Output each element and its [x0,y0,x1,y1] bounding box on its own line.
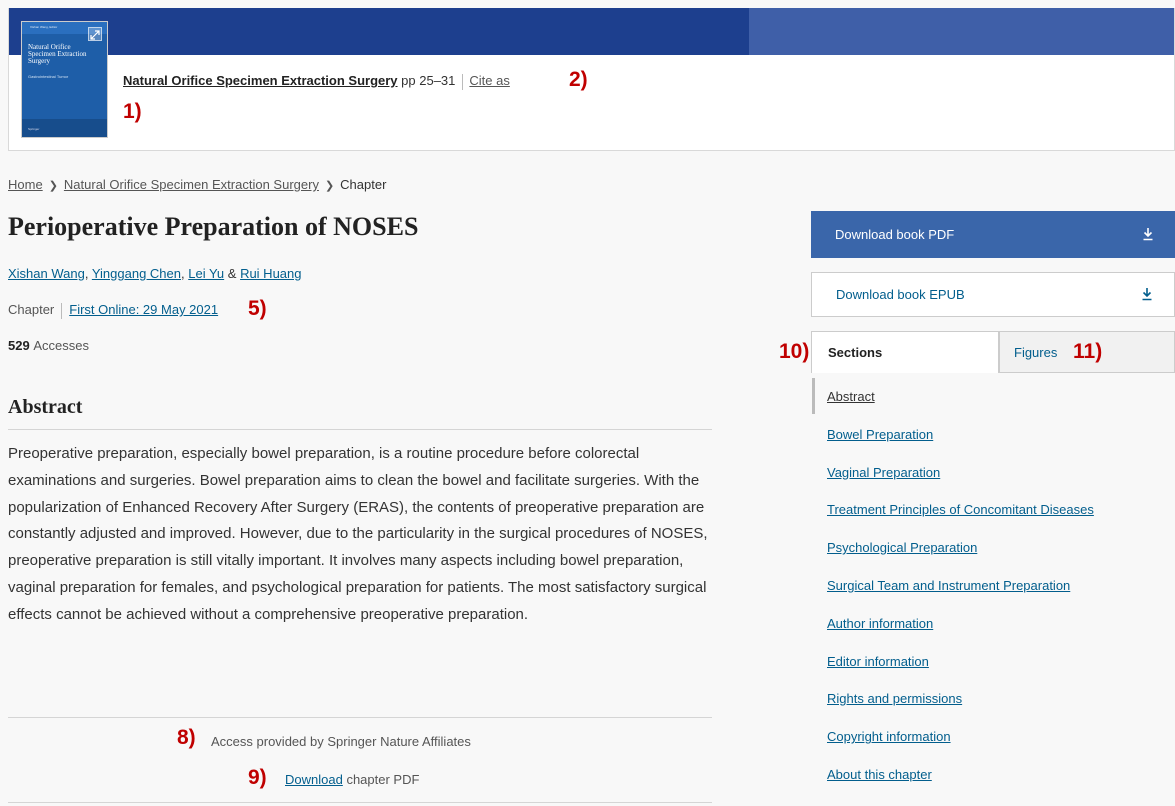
download-book-pdf-button[interactable]: Download book PDF [811,211,1175,258]
cover-subtitle: Gastrointestinal Tumor [28,74,69,79]
breadcrumb-book[interactable]: Natural Orifice Specimen Extraction Surg… [64,177,319,192]
toc-item: Bowel Preparation [827,427,1094,465]
toc-item: Vaginal Preparation [827,465,1094,503]
divider [8,717,712,718]
accesses-count: 529 [8,338,30,353]
annotation-marker-8: 8) [177,726,196,749]
toc-link-editor-information[interactable]: Editor information [827,654,929,669]
breadcrumb-current: Chapter [340,177,387,192]
toc-item: Abstract [827,389,1094,427]
cite-as-link[interactable]: Cite as [469,73,509,88]
expand-icon[interactable] [88,27,102,41]
annotation-marker-10: 10) [779,340,810,363]
toc-item: Psychological Preparation [827,540,1094,578]
cover-title: Natural Orifice Specimen Extraction Surg… [28,43,87,65]
toc-link-copyright-information[interactable]: Copyright information [827,729,951,744]
toc-active-indicator [812,378,815,414]
download-book-pdf-label: Download book PDF [835,227,955,242]
accesses-label: Accesses [33,338,89,353]
cover-publisher: Springer [28,127,40,131]
toc-link-rights-permissions[interactable]: Rights and permissions [827,691,962,706]
author-list: Xishan Wang, Yinggang Chen, Lei Yu & Rui… [8,266,302,281]
toc-link-psychological-preparation[interactable]: Psychological Preparation [827,540,977,555]
author-link[interactable]: Lei Yu [188,266,224,281]
author-link[interactable]: Xishan Wang [8,266,85,281]
download-chapter-line: Download chapter PDF [285,772,419,787]
chapter-meta: Chapter First Online: 29 May 2021 [8,302,218,319]
author-separator: , [84,266,92,281]
book-line: Natural Orifice Specimen Extraction Surg… [123,73,510,90]
toc-item: Surgical Team and Instrument Preparation [827,578,1094,616]
toc-item: About this chapter [827,767,1094,805]
content-type: Chapter [8,302,55,317]
toc-item: Treatment Principles of Concomitant Dise… [827,502,1094,540]
toc-link-abstract[interactable]: Abstract [827,389,875,404]
annotation-marker-9: 9) [248,766,267,789]
toc-item: Rights and permissions [827,691,1094,729]
accesses-metric: 529 Accesses [8,338,89,353]
download-icon [1142,227,1154,244]
toc-item: Copyright information [827,729,1094,767]
toc-item: Author information [827,616,1094,654]
breadcrumb-home[interactable]: Home [8,177,43,192]
sidebar-tabs: Sections Figures [811,331,1175,373]
book-title-link[interactable]: Natural Orifice Specimen Extraction Surg… [123,73,398,88]
divider [462,73,464,90]
toc-link-about-chapter[interactable]: About this chapter [827,767,932,782]
divider [8,802,712,803]
download-chapter-link[interactable]: Download [285,772,343,787]
toc-link-treatment-principles[interactable]: Treatment Principles of Concomitant Dise… [827,502,1094,517]
book-cover[interactable]: Xishan Wang, Editor Natural Orifice Spec… [21,21,108,138]
breadcrumb: Home ❯ Natural Orifice Specimen Extraction… [8,177,386,192]
cover-editor: Xishan Wang, Editor [30,25,58,29]
download-book-epub-button[interactable]: Download book EPUB [811,272,1175,317]
annotation-marker-11: 11) [1073,340,1103,363]
toc-item: Editor information [827,654,1094,692]
access-provided-text: Access provided by Springer Nature Affil… [211,734,471,749]
page-title: Perioperative Preparation of NOSES [8,212,419,241]
annotation-marker-5: 5) [248,297,267,320]
download-icon [1141,287,1153,304]
book-pages: pp 25–31 [401,73,456,88]
download-book-epub-label: Download book EPUB [836,287,965,302]
tab-sections[interactable]: Sections [811,331,999,373]
toc-link-surgical-team[interactable]: Surgical Team and Instrument Preparation [827,578,1070,593]
divider [8,429,712,430]
author-link[interactable]: Rui Huang [240,266,301,281]
annotation-marker-2: 2) [569,68,588,91]
toc-link-author-information[interactable]: Author information [827,616,933,631]
first-online-link[interactable]: First Online: 29 May 2021 [69,302,218,317]
toc-link-vaginal-preparation[interactable]: Vaginal Preparation [827,465,940,480]
abstract-heading: Abstract [8,396,83,418]
chevron-right-icon: ❯ [48,180,58,192]
table-of-contents: Abstract Bowel Preparation Vaginal Prepa… [827,389,1094,805]
toc-link-bowel-preparation[interactable]: Bowel Preparation [827,427,933,442]
download-chapter-suffix: chapter PDF [342,772,420,787]
chevron-right-icon: ❯ [324,180,335,192]
divider [61,302,63,319]
author-link[interactable]: Yinggang Chen [92,266,181,281]
annotation-marker-1: 1) [123,100,142,123]
author-separator: & [224,266,241,281]
abstract-text: Preoperative preparation, especially bow… [8,445,708,623]
